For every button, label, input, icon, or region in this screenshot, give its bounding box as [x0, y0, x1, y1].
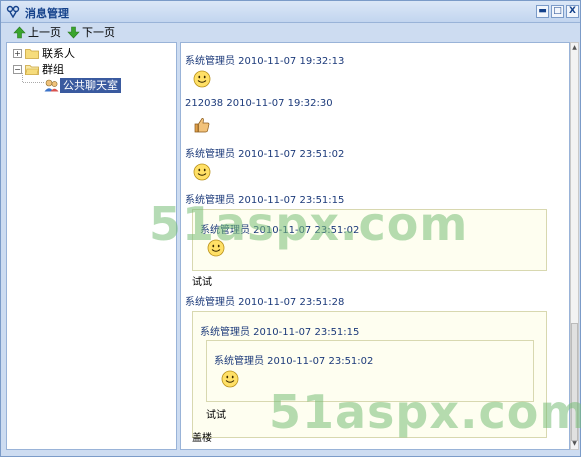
prev-page-label: 上一页	[28, 26, 61, 39]
message-meta: 系统管理员 2010-11-07 23:51:15	[185, 195, 345, 206]
scroll-up-arrow-icon[interactable]: ▲	[571, 43, 578, 53]
title-bar[interactable]: 消息管理 ▬ □ X	[1, 1, 580, 23]
maximize-button[interactable]: □	[551, 5, 564, 18]
message-manager-window: 消息管理 ▬ □ X 上一页 下一页 + 联系人 − 群组 公共聊天室 系统管理…	[0, 0, 581, 457]
message-meta: 系统管理员 2010-11-07 23:51:02	[185, 149, 345, 160]
arrow-down-icon	[67, 26, 80, 38]
quote-block: 系统管理员 2010-11-07 23:51:15 系统管理员 2010-11-…	[192, 311, 547, 438]
tree-label-public-room: 公共聊天室	[60, 77, 121, 93]
message-meta: 系统管理员 2010-11-07 23:51:28	[185, 297, 345, 308]
message-panel: 系统管理员 2010-11-07 19:32:13 212038 2010-11…	[180, 42, 570, 450]
thumbs-up-icon	[194, 118, 210, 133]
nested-quote-meta: 系统管理员 2010-11-07 23:51:02	[214, 356, 374, 367]
message-text: 试试	[192, 277, 212, 288]
quote-meta: 系统管理员 2010-11-07 23:51:02	[200, 225, 360, 236]
message-scrollbar[interactable]: ▲ ▼	[570, 42, 579, 450]
folder-icon	[25, 48, 39, 59]
scroll-thumb[interactable]	[571, 323, 578, 441]
prev-page-button[interactable]: 上一页	[13, 24, 61, 40]
quote-meta: 系统管理员 2010-11-07 23:51:15	[200, 327, 360, 338]
next-page-button[interactable]: 下一页	[67, 24, 115, 40]
next-page-label: 下一页	[82, 26, 115, 39]
window-title: 消息管理	[25, 7, 69, 20]
minimize-button[interactable]: ▬	[536, 5, 549, 18]
quote-text: 试试	[206, 410, 226, 421]
tree-panel: + 联系人 − 群组 公共聊天室	[6, 42, 177, 450]
message-meta: 系统管理员 2010-11-07 19:32:13	[185, 56, 345, 67]
nested-quote-block: 系统管理员 2010-11-07 23:51:02	[206, 340, 534, 402]
collapse-toggle[interactable]: −	[13, 64, 22, 74]
tree-connector	[22, 73, 44, 83]
message-text: 盖楼	[192, 433, 212, 444]
arrow-up-icon	[13, 26, 26, 38]
smile-icon	[221, 370, 239, 388]
scroll-down-arrow-icon[interactable]: ▼	[571, 439, 578, 449]
tree-node-public-room[interactable]: 公共聊天室	[44, 77, 121, 93]
people-icon	[6, 5, 20, 19]
tree-node-contacts[interactable]: + 联系人	[13, 45, 75, 61]
group-users-icon	[44, 79, 59, 91]
smile-icon	[207, 239, 225, 257]
expand-toggle[interactable]: +	[13, 48, 22, 58]
toolbar: 上一页 下一页	[5, 23, 579, 41]
quote-block: 系统管理员 2010-11-07 23:51:02	[192, 209, 547, 271]
close-button[interactable]: X	[566, 5, 579, 18]
smile-icon	[193, 70, 211, 88]
tree-label-contacts: 联系人	[42, 47, 75, 60]
message-meta: 212038 2010-11-07 19:32:30	[185, 98, 333, 109]
smile-icon	[193, 163, 211, 181]
